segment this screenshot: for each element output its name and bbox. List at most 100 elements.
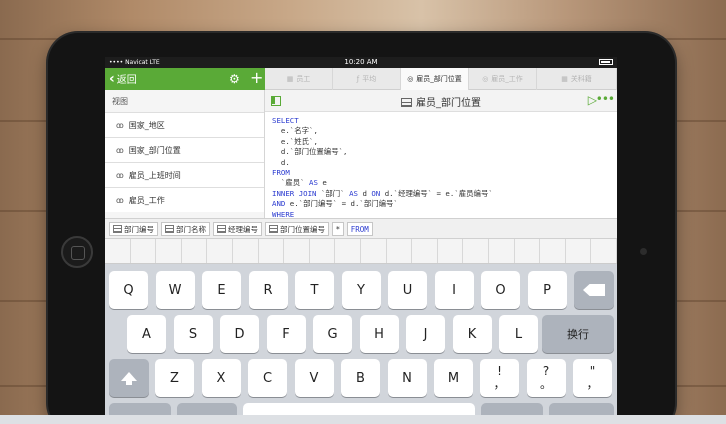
key-p[interactable]: P [527, 271, 567, 309]
code-line: e.`名字`, [272, 126, 617, 136]
suggestion-label: 部门位置编号 [280, 224, 325, 234]
key-label: Y [357, 282, 365, 298]
sql-text: d. [272, 157, 290, 167]
key-label: D [234, 326, 245, 342]
field-icon [217, 225, 226, 233]
key-v[interactable]: V [294, 359, 334, 397]
code-line: INNER JOIN `部门` AS d ON d.`经理编号` = e.`雇员… [272, 189, 617, 199]
suggestion-chip[interactable]: FROM [346, 222, 373, 236]
tab-extra[interactable]: ▦ 关科籍 [537, 68, 617, 90]
sql-keyword: ON [371, 188, 381, 198]
punctuation-key[interactable]: "， [573, 359, 612, 397]
key-o[interactable]: O [481, 271, 520, 309]
key-s[interactable]: S [173, 315, 213, 353]
more-icon[interactable]: ••• [596, 92, 615, 106]
key-f[interactable]: F [266, 315, 306, 353]
field-icon [113, 225, 122, 233]
sidebar-toolbar: ‹ 返回 ⚙ + [105, 68, 265, 90]
add-icon[interactable]: + [250, 69, 263, 87]
key-label: U [402, 282, 413, 298]
sidebar-item-view[interactable]: oo 国家_部门位置 [105, 137, 264, 162]
sql-text: e.`部门编号` = d.`部门编号` [285, 199, 398, 209]
key-label-bottom: ， [586, 377, 599, 391]
key-h[interactable]: H [359, 315, 399, 353]
sidebar-item-label: 雇员_工作 [128, 195, 165, 205]
key-b[interactable]: B [341, 359, 380, 397]
key-label: F [282, 326, 290, 342]
editor-toolbar: 雇员_部门位置 ▷ ••• [265, 90, 617, 112]
key-label: H [374, 326, 384, 342]
key-m[interactable]: M [434, 359, 473, 397]
sql-keyword: AND [272, 199, 286, 209]
sql-keyword: INNER JOIN [272, 188, 317, 198]
key-i[interactable]: I [434, 271, 474, 309]
key-c[interactable]: C [248, 359, 287, 397]
code-line: FROM [272, 168, 617, 178]
key-d[interactable]: D [220, 315, 259, 353]
key-label: P [543, 282, 551, 298]
table-icon [401, 98, 412, 107]
tab-average[interactable]: ƒ 平均 [333, 68, 401, 90]
tab-staff[interactable]: ▦ 员工 [265, 68, 333, 90]
sidebar-item-view[interactable]: oo 国家_地区 [105, 112, 264, 137]
sql-text: `雇员` [272, 178, 310, 188]
back-label: 返回 [116, 75, 137, 86]
key-j[interactable]: J [406, 315, 445, 353]
suggestion-chip[interactable]: * [332, 222, 344, 236]
suggestion-chip[interactable]: 经理编号 [213, 222, 262, 236]
sql-text: e.`名字`, [272, 126, 318, 136]
back-button[interactable]: ‹ 返回 [109, 71, 137, 87]
sidebar-item-view[interactable]: oo 雇员_上班时间 [105, 162, 264, 187]
view-icon: ◎ [407, 75, 414, 83]
key-label: L [514, 326, 523, 342]
key-a[interactable]: A [127, 315, 166, 353]
key-w[interactable]: W [155, 271, 195, 309]
camera [640, 248, 647, 255]
return-key[interactable]: 换行 [542, 315, 614, 353]
code-line: d. [272, 158, 617, 168]
key-y[interactable]: Y [341, 271, 381, 309]
key-label: S [188, 326, 198, 342]
suggestion-chip[interactable]: 部门位置编号 [265, 222, 329, 236]
key-g[interactable]: G [313, 315, 352, 353]
key-x[interactable]: X [201, 359, 241, 397]
suggestion-chip[interactable]: 部门名称 [161, 222, 210, 236]
punctuation-key[interactable]: ?。 [526, 359, 566, 397]
code-line: e.`姓氏`, [272, 137, 617, 147]
key-z[interactable]: Z [155, 359, 194, 397]
sidebar-item-label: 雇员_上班时间 [128, 170, 181, 180]
battery-icon [599, 59, 613, 65]
key-label: E [217, 282, 226, 298]
tab-employee-dept-location[interactable]: ◎ 雇员_部门位置 [401, 68, 469, 90]
sql-text: `部门` [316, 188, 350, 198]
home-button[interactable] [61, 236, 93, 268]
field-icon [269, 225, 278, 233]
key-u[interactable]: U [388, 271, 427, 309]
tab-label: 雇员_工作 [491, 75, 523, 83]
sql-keyword: SELECT [272, 116, 299, 125]
sidebar-item-label: 国家_地区 [128, 120, 165, 130]
key-t[interactable]: T [295, 271, 334, 309]
gear-icon[interactable]: ⚙ [229, 72, 240, 86]
key-n[interactable]: N [387, 359, 427, 397]
shift-key[interactable] [109, 359, 149, 397]
code-line: SELECT [272, 116, 617, 126]
backspace-key[interactable] [574, 271, 614, 309]
key-label: A [142, 326, 151, 342]
code-line: AND e.`部门编号` = d.`部门编号` [272, 199, 617, 209]
key-label: Z [170, 370, 179, 386]
sidebar-item-view[interactable]: oo 雇员_工作 [105, 187, 264, 212]
key-label: I [452, 282, 456, 298]
status-bar: •••• Navicat LTE 10:20 AM [105, 57, 617, 68]
tab-label: 员工 [296, 75, 311, 83]
key-q[interactable]: Q [109, 271, 148, 309]
key-r[interactable]: R [248, 271, 288, 309]
sql-editor[interactable]: SELECT e.`名字`, e.`姓氏`, d.`部门位置编号`, d. FRO… [265, 112, 617, 219]
punctuation-key[interactable]: !， [480, 359, 519, 397]
key-l[interactable]: L [499, 315, 538, 353]
key-e[interactable]: E [202, 271, 241, 309]
tab-employee-job[interactable]: ◎ 雇员_工作 [469, 68, 537, 90]
key-label: N [402, 370, 412, 386]
key-k[interactable]: K [452, 315, 492, 353]
suggestion-chip[interactable]: 部门编号 [109, 222, 158, 236]
